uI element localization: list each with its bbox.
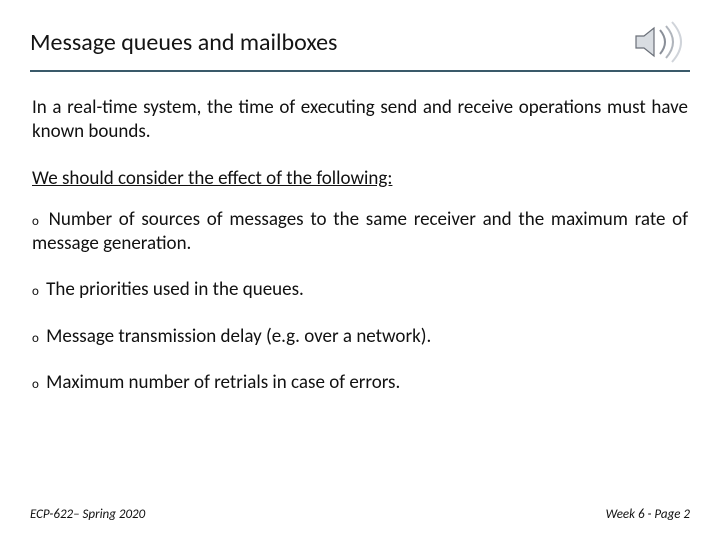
slide-title: Message queues and mailboxes [30,28,337,57]
slide-footer: ECP-622– Spring 2020 Week 6 - Page 2 [30,507,690,522]
title-underline [30,70,690,72]
footer-left: ECP-622– Spring 2020 [30,507,145,522]
footer-right: Week 6 - Page 2 [606,507,690,522]
bullet-item: o Maximum number of retrials in case of … [32,371,688,395]
bullet-item: o Message transmission delay (e.g. over … [32,325,688,349]
bullet-text: Maximum number of retrials in case of er… [46,371,400,394]
slide: Message queues and mailboxes In a real-t… [0,0,720,540]
speaker-icon [630,20,690,64]
bullet-marker: o [32,214,39,229]
title-row: Message queues and mailboxes [30,20,690,70]
bullet-item: o Number of sources of messages to the s… [32,208,688,257]
intro-paragraph: In a real-time system, the time of execu… [32,96,688,145]
lead-line: We should consider the effect of the fol… [32,167,688,190]
bullet-text: Number of sources of messages to the sam… [32,208,688,255]
slide-body: In a real-time system, the time of execu… [30,96,690,395]
bullet-marker: o [32,284,39,299]
bullet-marker: o [32,331,39,346]
bullet-text: Message transmission delay (e.g. over a … [46,325,431,348]
bullet-text: The priorities used in the queues. [46,278,304,301]
bullet-marker: o [32,377,39,392]
bullet-item: o The priorities used in the queues. [32,278,688,302]
